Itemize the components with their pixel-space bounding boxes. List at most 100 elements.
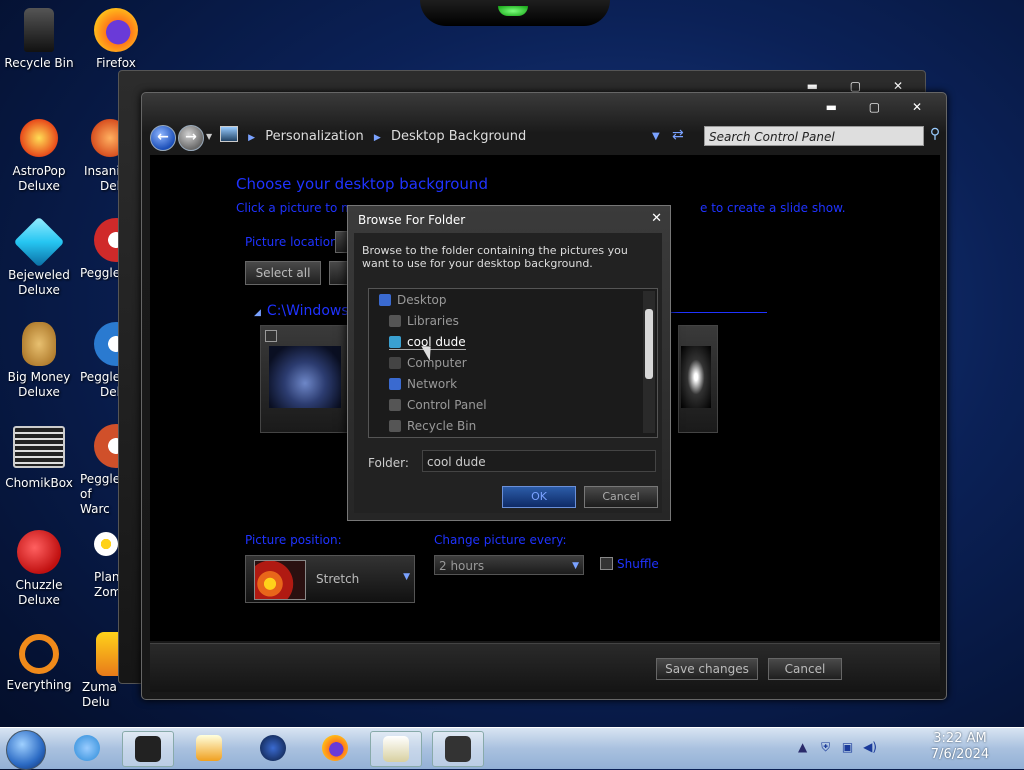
network-tray-icon[interactable]: ▣ xyxy=(842,740,853,754)
security-shield-icon[interactable]: ⛨ xyxy=(821,740,830,754)
wallpaper-thumbnail[interactable] xyxy=(678,325,718,433)
picture-position-value: Stretch xyxy=(316,572,360,586)
desktop-icon-label: AstroPop xyxy=(12,164,66,178)
folder-path: C:\Windows xyxy=(266,303,349,319)
search-icon[interactable]: ⚲ xyxy=(926,126,944,146)
scrollbar-thumb[interactable] xyxy=(645,309,653,379)
tree-item-label: Recycle Bin xyxy=(407,419,477,433)
recent-pages-dropdown-icon[interactable]: ▼ xyxy=(206,132,212,141)
address-bar[interactable]: ▶ Personalization ▶ Desktop Background xyxy=(220,125,700,149)
browse-folder-dialog[interactable]: Browse For Folder ✕ Browse to the folder… xyxy=(347,205,671,521)
desktop-icon-chomikbox[interactable]: ChomikBox xyxy=(0,426,78,491)
taskbar-control-panel[interactable] xyxy=(432,731,484,767)
search-input[interactable]: Search Control Panel xyxy=(704,126,924,146)
control-panel-icon xyxy=(220,126,238,142)
desktop-icon-chuzzle[interactable]: Chuzzle Deluxe xyxy=(0,530,78,608)
picture-position-label: Picture position: xyxy=(245,533,342,547)
desktop-icon-everything[interactable]: Everything xyxy=(0,634,78,693)
checkbox-box[interactable] xyxy=(600,557,613,570)
desktop-icon-peggle-wario[interactable]: Peggle of Warc xyxy=(78,424,120,517)
desktop-icon-bejeweled[interactable]: Bejeweled Deluxe xyxy=(0,216,78,298)
show-hidden-icons-icon[interactable]: ▲ xyxy=(798,740,807,754)
tree-item-recycle-bin[interactable]: Recycle Bin xyxy=(389,419,476,433)
picture-position-select[interactable]: Stretch ▼ xyxy=(245,555,415,603)
tree-item-label: Control Panel xyxy=(407,398,487,412)
desktop-icon-label: Peggle xyxy=(80,472,120,486)
folder-group-header[interactable]: ◢ C:\Windows xyxy=(254,303,349,319)
recycle-bin-icon xyxy=(389,420,401,432)
address-dropdown-icon[interactable]: ▼ xyxy=(652,131,660,142)
dialog-description: Browse to the folder containing the pict… xyxy=(362,244,628,270)
forward-button[interactable]: → xyxy=(178,125,204,151)
peggle-icon xyxy=(94,218,120,262)
back-button[interactable]: ← xyxy=(150,125,176,151)
taskbar-globe-app[interactable] xyxy=(248,731,298,765)
close-icon[interactable]: ✕ xyxy=(651,211,662,226)
change-picture-select[interactable]: 2 hours ▼ xyxy=(434,555,584,575)
tree-item-libraries[interactable]: Libraries xyxy=(389,314,459,328)
taskbar-firefox[interactable] xyxy=(310,731,360,765)
tree-item-label: cool dude xyxy=(407,335,466,349)
libraries-icon xyxy=(389,315,401,327)
collapse-icon[interactable]: ◢ xyxy=(254,308,261,318)
system-tray: ▲ ⛨ ▣ ◀) xyxy=(798,740,877,755)
shuffle-checkbox[interactable]: Shuffle xyxy=(600,557,659,571)
tree-item-control-panel[interactable]: Control Panel xyxy=(389,398,487,412)
desktop-icon-label: Zom xyxy=(94,585,120,599)
folder-label: Folder: xyxy=(368,456,409,470)
cancel-button[interactable]: Cancel xyxy=(768,658,842,680)
desktop-icon-peggle-deluxe[interactable]: Peggle Delu xyxy=(78,322,120,400)
peggle-icon xyxy=(94,322,120,366)
taskbar: ▲ ⛨ ▣ ◀) 3:22 AM 7/6/2024 xyxy=(0,727,1024,770)
desktop-icon-big-money[interactable]: Big Money Deluxe xyxy=(0,322,78,400)
chuzzle-icon xyxy=(17,530,61,574)
save-changes-button[interactable]: Save changes xyxy=(656,658,758,680)
tree-item-desktop[interactable]: Desktop xyxy=(379,293,447,307)
thumbnail-checkbox[interactable] xyxy=(265,330,277,342)
taskbar-ie[interactable] xyxy=(62,731,112,765)
window-caption-buttons[interactable]: ▬ ▢ ✕ xyxy=(807,79,917,93)
select-all-button[interactable]: Select all xyxy=(245,261,321,285)
taskbar-explorer[interactable] xyxy=(122,731,174,767)
folder-tree[interactable]: Desktop Libraries cool dude Computer Net… xyxy=(368,288,658,438)
start-button[interactable] xyxy=(6,730,46,770)
breadcrumb-personalization[interactable]: Personalization xyxy=(265,129,364,144)
system-clock[interactable]: 3:22 AM 7/6/2024 xyxy=(905,731,1015,763)
computer-icon xyxy=(389,357,401,369)
ok-button[interactable]: OK xyxy=(502,486,576,508)
taskbar-media-player[interactable] xyxy=(184,731,234,765)
desktop-icon-label: Deluxe xyxy=(18,593,60,607)
breadcrumb-desktop-background[interactable]: Desktop Background xyxy=(391,129,526,144)
folder-input[interactable]: cool dude xyxy=(422,450,656,472)
firefox-icon xyxy=(322,735,348,761)
tree-item-network[interactable]: Network xyxy=(389,377,457,391)
desktop-icon-label: Big Money xyxy=(7,370,71,384)
user-folder-icon xyxy=(389,336,401,348)
tree-scrollbar[interactable] xyxy=(643,291,655,433)
fish-icon xyxy=(88,116,120,160)
clear-all-button[interactable] xyxy=(329,261,349,285)
desktop-icon-peggle[interactable]: Peggle xyxy=(78,218,120,281)
desktop-icon-astropop[interactable]: AstroPop Deluxe xyxy=(0,116,78,194)
desktop-icon-plants-vs-zombies[interactable]: Plant Zom xyxy=(78,528,120,600)
desktop-icon xyxy=(379,294,391,306)
desktop-icon-label: of Warc xyxy=(80,487,110,516)
taskbar-paint[interactable] xyxy=(370,731,422,767)
ie-icon xyxy=(74,735,100,761)
desktop-icon-label: Chuzzle xyxy=(15,578,63,592)
desktop-icon-firefox[interactable]: Firefox xyxy=(78,8,154,71)
volume-icon[interactable]: ◀) xyxy=(863,740,877,754)
wallpaper-thumbnail[interactable] xyxy=(260,325,350,433)
top-ornament xyxy=(420,0,610,26)
dialog-cancel-button[interactable]: Cancel xyxy=(584,486,658,508)
desktop-icon-recycle-bin[interactable]: Recycle Bin xyxy=(0,8,78,71)
chevron-down-icon: ▼ xyxy=(403,572,410,582)
desktop-icon-label: Plant xyxy=(94,570,120,584)
navigation-bar: ← → ▼ ▶ Personalization ▶ Desktop Backgr… xyxy=(150,123,940,153)
clock-date: 7/6/2024 xyxy=(930,747,990,762)
desktop-icon-label: Zuma Delu xyxy=(82,680,117,709)
window-caption-buttons[interactable]: ▬ ▢ ✕ xyxy=(826,100,936,114)
refresh-icon[interactable]: ⇄ xyxy=(672,127,684,143)
desktop-icon-insaniquarium[interactable]: Insanic Delu xyxy=(78,116,120,194)
diamond-icon xyxy=(13,216,65,268)
